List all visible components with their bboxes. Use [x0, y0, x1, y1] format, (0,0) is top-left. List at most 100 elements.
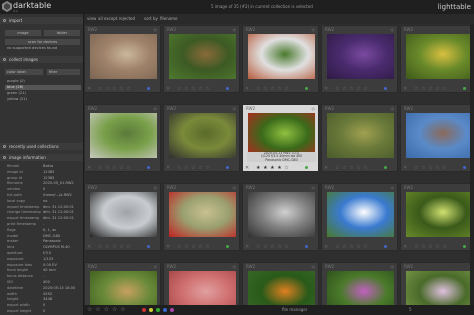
- thumbnail-image[interactable]: [327, 113, 394, 158]
- group-icon[interactable]: ◎: [391, 27, 395, 32]
- view-filter-dropdown[interactable]: all except rejected: [98, 16, 135, 21]
- color-label-button[interactable]: [156, 308, 160, 312]
- group-icon[interactable]: ◎: [233, 185, 237, 190]
- reject-icon[interactable]: ✕: [324, 86, 328, 92]
- thumbnail-cell[interactable]: RW2◎✕☆ ☆ ☆ ☆ ☆: [84, 183, 161, 251]
- thumbnail-rating-stars[interactable]: ☆ ☆ ☆ ☆ ☆: [414, 165, 447, 171]
- thumbnail-image[interactable]: [406, 34, 473, 79]
- thumbnail-cell[interactable]: RW2◎✕☆ ☆ ☆ ☆ ☆: [163, 25, 240, 93]
- recent-collections-header[interactable]: recently used collections: [0, 143, 83, 150]
- rating-stars[interactable]: ☆ ☆ ☆ ☆ ☆: [87, 306, 126, 313]
- reject-icon[interactable]: ✕: [324, 165, 328, 171]
- reject-icon[interactable]: ✕: [403, 244, 407, 250]
- reject-icon[interactable]: ✕: [245, 86, 249, 92]
- group-icon[interactable]: ◎: [312, 185, 316, 190]
- thumbnail-cell[interactable]: RW2◎✕☆ ☆ ☆ ☆ ☆: [84, 104, 161, 172]
- thumbnail-rating-stars[interactable]: ☆ ☆ ☆ ☆ ☆: [177, 165, 210, 171]
- thumbnail-image[interactable]: [169, 34, 236, 79]
- right-panel-collapsed[interactable]: [470, 24, 474, 305]
- import-module-header[interactable]: import: [0, 17, 83, 24]
- thumbnail-cell[interactable]: RW2◎✕☆ ☆ ☆ ☆ ☆: [321, 25, 398, 93]
- reject-icon[interactable]: ✕: [324, 244, 328, 250]
- color-label-button[interactable]: [170, 308, 174, 312]
- thumbnail-image[interactable]: [248, 192, 315, 237]
- group-icon[interactable]: ◎: [154, 185, 158, 190]
- thumbnail-rating-stars[interactable]: ☆ ☆ ☆ ☆ ☆: [414, 244, 447, 250]
- thumbnail-rating-stars[interactable]: ☆ ☆ ☆ ☆ ☆: [256, 244, 289, 250]
- thumbnail-rating-stars[interactable]: ☆ ☆ ☆ ☆ ☆: [414, 86, 447, 92]
- collect-property-select[interactable]: color label: [5, 69, 43, 75]
- sort-dropdown[interactable]: filename: [160, 16, 177, 21]
- thumbnail-image[interactable]: [169, 113, 236, 158]
- thumbnail-rating-stars[interactable]: ☆ ☆ ☆ ☆ ☆: [98, 165, 131, 171]
- group-icon[interactable]: ◎: [391, 106, 395, 111]
- group-icon[interactable]: ◎: [154, 106, 158, 111]
- reject-icon[interactable]: ✕: [403, 86, 407, 92]
- reject-icon[interactable]: ✕: [87, 165, 91, 171]
- reject-icon[interactable]: ✕: [166, 86, 170, 92]
- layout-selector[interactable]: file manager: [282, 307, 307, 312]
- group-icon[interactable]: ◎: [312, 106, 316, 111]
- thumbnail-rating-stars[interactable]: ☆ ☆ ☆ ☆ ☆: [177, 86, 210, 92]
- thumbnail-rating-stars[interactable]: ☆ ☆ ☆ ☆ ☆: [335, 86, 368, 92]
- thumbnail-image[interactable]: [169, 192, 236, 237]
- module-lighttable[interactable]: lighttable: [438, 3, 471, 11]
- thumbnail-image[interactable]: [327, 192, 394, 237]
- thumbnail-cell[interactable]: RW2◎✕☆ ☆ ☆ ☆ ☆: [400, 25, 474, 93]
- reject-icon[interactable]: ✕: [245, 244, 249, 250]
- import-image-button[interactable]: image: [5, 30, 41, 36]
- thumbnail-image[interactable]: [90, 34, 157, 79]
- collect-module-header[interactable]: collect images: [0, 56, 83, 63]
- thumbnail-rating-stars[interactable]: ☆ ☆ ☆ ☆ ☆: [335, 244, 368, 250]
- thumbnail-image[interactable]: [90, 113, 157, 158]
- group-icon[interactable]: ◎: [233, 106, 237, 111]
- thumbnail-image[interactable]: [406, 113, 473, 158]
- collect-item[interactable]: green (21): [5, 91, 81, 96]
- reject-icon[interactable]: ✕: [87, 244, 91, 250]
- group-icon[interactable]: ◎: [154, 27, 158, 32]
- thumbnail-image[interactable]: [327, 34, 394, 79]
- thumbnail-image[interactable]: [90, 192, 157, 237]
- color-label-button[interactable]: [163, 308, 167, 312]
- thumbnail-cell[interactable]: RW2◎✕☆ ☆ ☆ ☆ ☆: [84, 25, 161, 93]
- group-icon[interactable]: ◎: [233, 27, 237, 32]
- thumbnail-cell[interactable]: RW2◎✕☆ ☆ ☆ ☆ ☆: [400, 104, 474, 172]
- zoom-value[interactable]: 5: [409, 307, 412, 312]
- thumbnail-rating-stars[interactable]: ☆ ☆ ☆ ☆ ☆: [98, 86, 131, 92]
- group-icon[interactable]: ◎: [312, 27, 316, 32]
- thumbnail-cell[interactable]: RW2◎✕☆ ☆ ☆ ☆ ☆: [242, 25, 319, 93]
- reject-icon[interactable]: ✕: [403, 165, 407, 171]
- collect-item[interactable]: yellow (21): [5, 97, 81, 102]
- scan-devices-button[interactable]: scan for devices: [5, 39, 80, 45]
- group-icon[interactable]: ◎: [391, 264, 395, 269]
- thumbnail-cell[interactable]: RW2 ◎ 2020-05-13 RW2 (1/1) 1/125 f/3.5 40mm…: [242, 104, 319, 172]
- thumbnail-cell[interactable]: RW2◎✕☆ ☆ ☆ ☆ ☆: [400, 183, 474, 251]
- thumbnail-rating-stars[interactable]: ☆ ☆ ☆ ☆ ☆: [98, 244, 131, 250]
- reject-icon[interactable]: ✕: [166, 165, 170, 171]
- group-icon[interactable]: ◎: [233, 264, 237, 269]
- group-icon[interactable]: ◎: [312, 264, 316, 269]
- collect-item[interactable]: purple (0): [5, 79, 81, 84]
- image-information-header[interactable]: image information: [0, 154, 83, 161]
- thumbnail-rating-stars[interactable]: ☆ ☆ ☆ ☆ ☆: [177, 244, 210, 250]
- thumbnail-rating-stars[interactable]: ☆ ☆ ☆ ☆ ☆: [335, 165, 368, 171]
- reject-icon[interactable]: ✕: [166, 244, 170, 250]
- reject-icon[interactable]: ✕: [245, 165, 249, 171]
- color-label-button[interactable]: [142, 308, 146, 312]
- color-label-button[interactable]: [149, 308, 153, 312]
- thumbnail-image[interactable]: [248, 34, 315, 79]
- thumbnail-cell[interactable]: RW2◎✕☆ ☆ ☆ ☆ ☆: [163, 183, 240, 251]
- group-icon[interactable]: ◎: [154, 264, 158, 269]
- thumbnail-cell[interactable]: RW2◎✕☆ ☆ ☆ ☆ ☆: [242, 183, 319, 251]
- thumbnail-rating-stars[interactable]: ★ ★ ★ ★ ☆: [256, 165, 289, 171]
- import-folder-button[interactable]: folder: [44, 30, 80, 36]
- thumbnail-image[interactable]: [406, 192, 473, 237]
- collect-item[interactable]: blue (26): [5, 85, 81, 90]
- thumbnail-cell[interactable]: RW2◎✕☆ ☆ ☆ ☆ ☆: [321, 183, 398, 251]
- group-icon[interactable]: ◎: [391, 185, 395, 190]
- collect-mode-select[interactable]: filter: [47, 69, 80, 75]
- thumbnail-cell[interactable]: RW2◎✕☆ ☆ ☆ ☆ ☆: [321, 104, 398, 172]
- reject-icon[interactable]: ✕: [87, 86, 91, 92]
- thumbnail-rating-stars[interactable]: ☆ ☆ ☆ ☆ ☆: [256, 86, 289, 92]
- thumbnail-cell[interactable]: RW2◎✕☆ ☆ ☆ ☆ ☆: [163, 104, 240, 172]
